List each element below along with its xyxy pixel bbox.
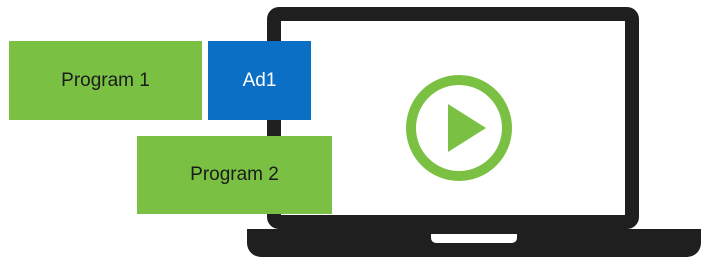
play-icon[interactable] bbox=[404, 73, 514, 183]
trackpad-notch bbox=[431, 234, 517, 243]
program-1-label: Program 1 bbox=[61, 69, 150, 91]
ad-1-label: Ad1 bbox=[242, 69, 277, 91]
laptop-base bbox=[247, 229, 701, 257]
play-triangle bbox=[448, 104, 486, 152]
program-1-block: Program 1 bbox=[9, 41, 202, 120]
program-2-label: Program 2 bbox=[190, 164, 279, 185]
program-2-block: Program 2 bbox=[137, 136, 332, 214]
ad-1-block: Ad1 bbox=[208, 41, 311, 120]
